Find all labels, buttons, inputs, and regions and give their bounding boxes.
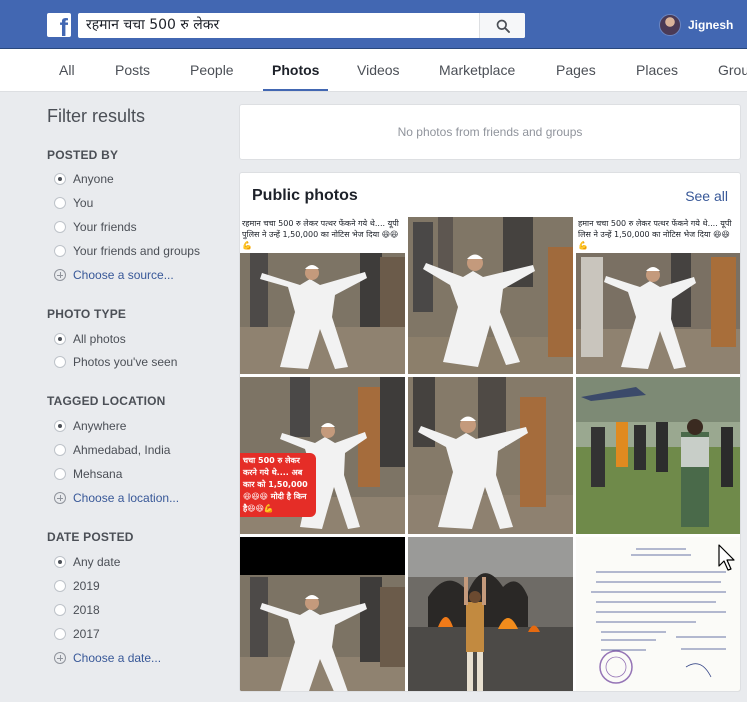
photo-image bbox=[408, 377, 573, 534]
photo-thumbnail[interactable]: रहमान चचा 500 रु लेकर पत्थर फेंकने गये थ… bbox=[240, 217, 405, 374]
tab-posts[interactable]: Posts bbox=[115, 49, 150, 91]
radio-selected[interactable] bbox=[54, 173, 66, 185]
search-box bbox=[78, 13, 525, 38]
photo-thumbnail[interactable] bbox=[408, 377, 573, 534]
tab-videos[interactable]: Videos bbox=[357, 49, 400, 91]
radio[interactable] bbox=[54, 604, 66, 616]
filter-option-2019[interactable]: 2019 bbox=[54, 578, 100, 594]
plus-icon bbox=[54, 652, 66, 664]
filter-option-anywhere[interactable]: Anywhere bbox=[54, 418, 126, 434]
see-all-link[interactable]: See all bbox=[685, 188, 728, 204]
search-tabs: All Posts People Photos Videos Marketpla… bbox=[0, 49, 747, 92]
photo-type-heading: PHOTO TYPE bbox=[47, 307, 127, 321]
photo-thumbnail[interactable]: हमान चचा 500 रु लेकर पत्थर फेंकने गये थे… bbox=[576, 217, 740, 374]
tagged-location-heading: TAGGED LOCATION bbox=[47, 394, 166, 408]
filter-option-anyone[interactable]: Anyone bbox=[54, 171, 114, 187]
radio[interactable] bbox=[54, 444, 66, 456]
photo-image bbox=[576, 377, 740, 534]
radio-selected[interactable] bbox=[54, 420, 66, 432]
filter-option-2018[interactable]: 2018 bbox=[54, 602, 100, 618]
tab-people[interactable]: People bbox=[190, 49, 234, 91]
filter-option-you[interactable]: You bbox=[54, 195, 93, 211]
filter-option-ahmedabad[interactable]: Ahmedabad, India bbox=[54, 442, 170, 458]
photo-thumbnail[interactable] bbox=[240, 537, 405, 691]
radio[interactable] bbox=[54, 245, 66, 257]
photo-thumbnail[interactable] bbox=[576, 537, 740, 691]
photo-thumbnail[interactable]: चचा 500 रु लेकर करने गये थे.... अब कार क… bbox=[240, 377, 405, 534]
posted-by-heading: POSTED BY bbox=[47, 148, 119, 162]
search-input[interactable] bbox=[78, 13, 478, 38]
radio-selected[interactable] bbox=[54, 333, 66, 345]
tab-groups[interactable]: Grou bbox=[718, 49, 747, 91]
radio[interactable] bbox=[54, 221, 66, 233]
choose-location-link[interactable]: Choose a location... bbox=[54, 490, 179, 506]
filter-option-friends-and-groups[interactable]: Your friends and groups bbox=[54, 243, 200, 259]
tab-marketplace[interactable]: Marketplace bbox=[439, 49, 515, 91]
facebook-logo-icon[interactable]: f bbox=[47, 13, 71, 37]
choose-source-link[interactable]: Choose a source... bbox=[54, 267, 174, 283]
filter-option-your-friends[interactable]: Your friends bbox=[54, 219, 137, 235]
public-photos-card: Public photos See all रहमान चचा 500 रु ल… bbox=[239, 172, 741, 692]
tab-pages[interactable]: Pages bbox=[556, 49, 596, 91]
top-navigation-bar: f Jignesh bbox=[0, 0, 747, 49]
public-photos-title: Public photos bbox=[252, 187, 358, 204]
radio[interactable] bbox=[54, 628, 66, 640]
photo-image bbox=[408, 537, 573, 691]
photo-thumbnail[interactable] bbox=[576, 377, 740, 534]
photo-caption: चचा 500 रु लेकर करने गये थे.... अब कार क… bbox=[240, 453, 316, 517]
plus-icon bbox=[54, 269, 66, 281]
radio[interactable] bbox=[54, 580, 66, 592]
search-button[interactable] bbox=[479, 13, 525, 38]
photo-thumbnail[interactable] bbox=[408, 537, 573, 691]
date-posted-heading: DATE POSTED bbox=[47, 530, 134, 544]
choose-date-link[interactable]: Choose a date... bbox=[54, 650, 161, 666]
photo-image bbox=[408, 217, 573, 374]
photo-caption: हमान चचा 500 रु लेकर पत्थर फेंकने गये थे… bbox=[576, 217, 740, 253]
filter-option-2017[interactable]: 2017 bbox=[54, 626, 100, 642]
profile-name: Jignesh bbox=[688, 18, 734, 32]
filter-option-mehsana[interactable]: Mehsana bbox=[54, 466, 122, 482]
empty-message: No photos from friends and groups bbox=[397, 125, 583, 139]
photo-image bbox=[240, 537, 405, 691]
tab-places[interactable]: Places bbox=[636, 49, 678, 91]
friends-groups-empty-card: No photos from friends and groups bbox=[239, 104, 741, 160]
radio[interactable] bbox=[54, 468, 66, 480]
photo-caption: रहमान चचा 500 रु लेकर पत्थर फेंकने गये थ… bbox=[240, 217, 405, 253]
filter-option-all-photos[interactable]: All photos bbox=[54, 331, 126, 347]
radio-selected[interactable] bbox=[54, 556, 66, 568]
photo-image bbox=[576, 537, 740, 691]
radio[interactable] bbox=[54, 356, 66, 368]
profile-link[interactable]: Jignesh bbox=[659, 13, 733, 37]
tab-photos[interactable]: Photos bbox=[263, 49, 329, 91]
radio[interactable] bbox=[54, 197, 66, 209]
avatar bbox=[659, 14, 681, 36]
mouse-cursor-icon bbox=[718, 544, 735, 571]
filter-option-photos-seen[interactable]: Photos you've seen bbox=[54, 354, 177, 370]
filter-title: Filter results bbox=[47, 106, 146, 126]
search-icon bbox=[496, 19, 510, 33]
filter-option-any-date[interactable]: Any date bbox=[54, 554, 120, 570]
photo-thumbnail[interactable] bbox=[408, 217, 573, 374]
plus-icon bbox=[54, 492, 66, 504]
tab-all[interactable]: All bbox=[59, 49, 75, 91]
